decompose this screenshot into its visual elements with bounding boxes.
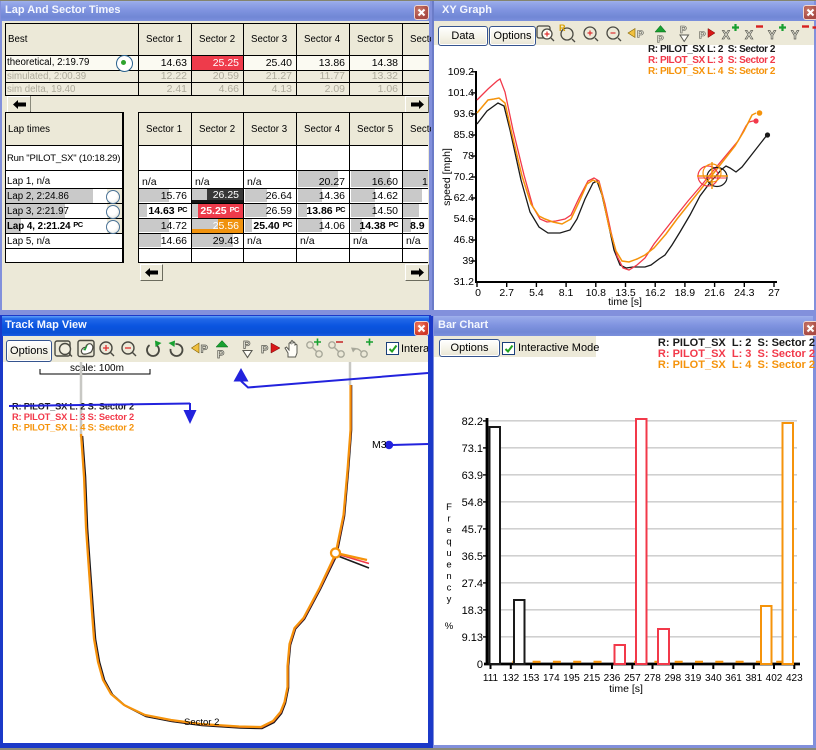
svg-text:9.13: 9.13 <box>462 632 483 644</box>
svg-text:P: P <box>637 30 644 41</box>
svg-text:215: 215 <box>583 673 600 684</box>
svg-text:R: PILOT_SX L: 3 S: Sector 2: R: PILOT_SX L: 3 S: Sector 2 <box>12 412 134 422</box>
svg-text:2.7: 2.7 <box>499 287 514 299</box>
svg-text:278: 278 <box>644 673 661 684</box>
svg-text:45.7: 45.7 <box>462 524 483 536</box>
svg-text:111: 111 <box>483 673 499 684</box>
svg-text:153: 153 <box>523 673 540 684</box>
svg-text:n: n <box>446 571 451 582</box>
svg-text:P: P <box>699 31 706 42</box>
svg-text:P: P <box>680 25 687 36</box>
svg-text:F: F <box>446 502 452 513</box>
svg-text:0: 0 <box>475 287 481 299</box>
svg-text:423: 423 <box>786 673 803 684</box>
svg-text:q: q <box>446 537 451 548</box>
svg-text:132: 132 <box>502 673 519 684</box>
svg-text:10.8: 10.8 <box>586 287 607 299</box>
svg-text:319: 319 <box>685 673 702 684</box>
svg-text:M3: M3 <box>372 439 387 451</box>
svg-text:361: 361 <box>725 673 742 684</box>
svg-text:e: e <box>446 525 451 536</box>
svg-text:27.4: 27.4 <box>462 578 483 590</box>
svg-text:Y: Y <box>768 28 776 42</box>
svg-text:82.2: 82.2 <box>462 416 483 428</box>
svg-text:39: 39 <box>462 255 474 267</box>
svg-text:93.6: 93.6 <box>454 108 475 120</box>
svg-text:%: % <box>445 621 454 632</box>
svg-text:36.5: 36.5 <box>462 551 483 563</box>
svg-text:time [s]: time [s] <box>609 683 643 695</box>
svg-text:Y: Y <box>791 28 799 42</box>
svg-text:Sector 2: Sector 2 <box>184 717 219 728</box>
svg-text:18.9: 18.9 <box>675 287 696 299</box>
svg-text:195: 195 <box>563 673 580 684</box>
svg-text:298: 298 <box>664 673 681 684</box>
svg-text:54.8: 54.8 <box>462 497 483 509</box>
svg-text:P: P <box>243 340 250 352</box>
svg-text:18.3: 18.3 <box>462 605 483 617</box>
svg-text:174: 174 <box>543 673 560 684</box>
svg-text:381: 381 <box>745 673 762 684</box>
svg-text:340: 340 <box>705 673 722 684</box>
svg-text:P: P <box>217 349 224 361</box>
svg-text:r: r <box>447 514 450 525</box>
svg-text:78: 78 <box>462 150 474 162</box>
svg-text:R: PILOT_SX L: 4 S: Sector 2: R: PILOT_SX L: 4 S: Sector 2 <box>12 423 134 433</box>
svg-text:5.4: 5.4 <box>529 287 544 299</box>
svg-text:109.2: 109.2 <box>448 66 474 78</box>
svg-text:27: 27 <box>768 287 780 299</box>
svg-text:54.6: 54.6 <box>454 213 475 225</box>
svg-text:46.8: 46.8 <box>454 234 475 246</box>
svg-text:P: P <box>261 344 268 356</box>
svg-text:X: X <box>745 28 753 42</box>
svg-text:62.4: 62.4 <box>454 192 475 204</box>
svg-text:e: e <box>446 560 451 571</box>
svg-text:16.2: 16.2 <box>645 287 666 299</box>
svg-text:101.4: 101.4 <box>448 87 474 99</box>
svg-text:speed [mph]: speed [mph] <box>441 148 453 206</box>
svg-text:R: R <box>559 23 566 33</box>
svg-text:c: c <box>447 583 452 594</box>
svg-text:24.3: 24.3 <box>734 287 755 299</box>
svg-text:P: P <box>201 344 208 356</box>
svg-text:0: 0 <box>477 659 483 671</box>
svg-text:31.2: 31.2 <box>454 276 475 288</box>
svg-text:scale: 100m: scale: 100m <box>70 363 124 374</box>
svg-text:21.6: 21.6 <box>704 287 725 299</box>
svg-text:63.9: 63.9 <box>462 470 483 482</box>
svg-text:73.1: 73.1 <box>462 443 483 455</box>
svg-text:y: y <box>447 594 452 605</box>
svg-text:402: 402 <box>766 673 783 684</box>
svg-text:u: u <box>446 548 451 559</box>
svg-text:time [s]: time [s] <box>608 296 642 308</box>
svg-text:85.8: 85.8 <box>454 129 475 141</box>
svg-text:8.1: 8.1 <box>559 287 574 299</box>
svg-text:70.2: 70.2 <box>454 171 475 183</box>
svg-text:X: X <box>722 28 730 42</box>
